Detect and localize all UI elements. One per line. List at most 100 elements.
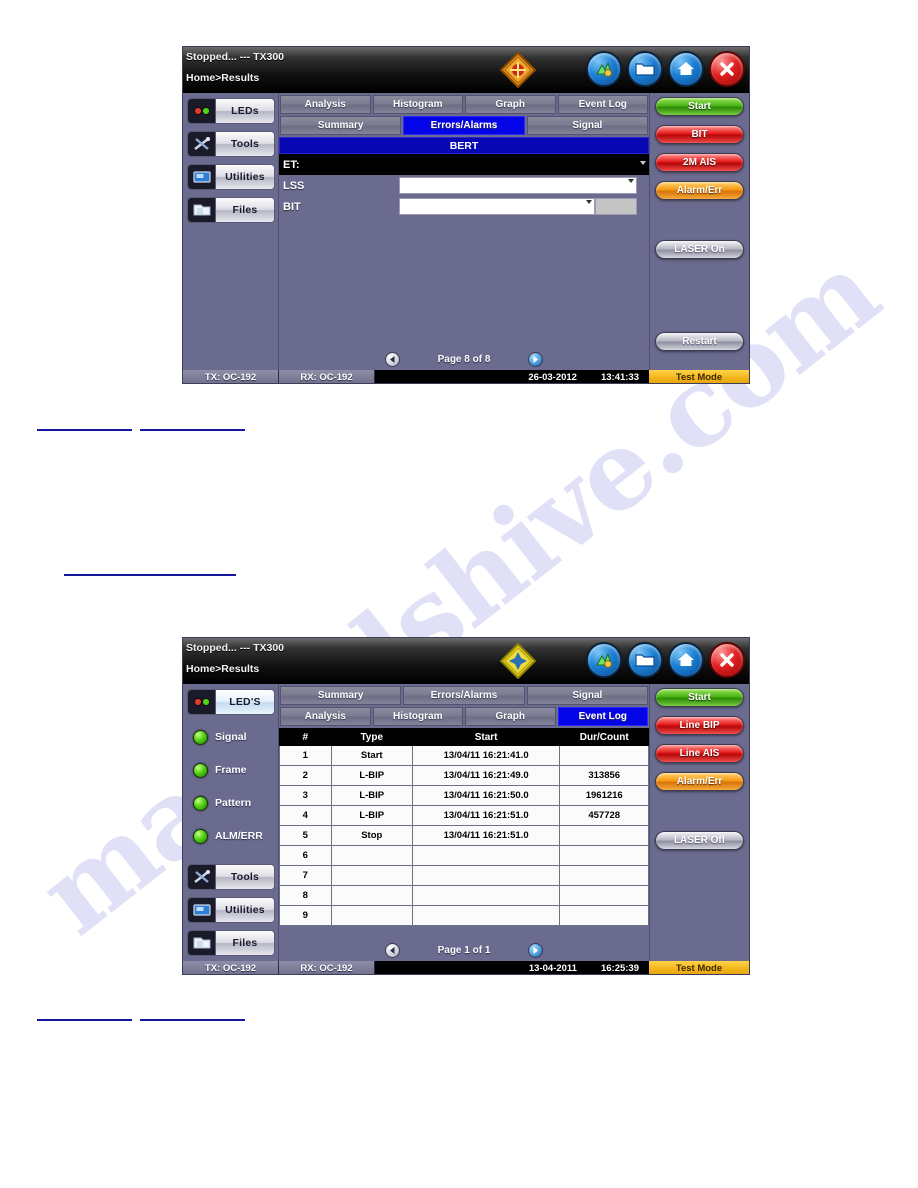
device-status-text: Stopped... --- TX300 <box>186 51 285 63</box>
pager: Page 1 of 1 <box>279 939 649 961</box>
line-ais-button[interactable]: Line AIS <box>655 744 744 763</box>
start-button[interactable]: Start <box>655 97 744 116</box>
folder-icon[interactable] <box>627 51 663 87</box>
tab-summary[interactable]: Summary <box>280 116 402 135</box>
breadcrumb: Home>Results <box>186 72 260 84</box>
start-button[interactable]: Start <box>655 688 744 707</box>
tab-summary[interactable]: Summary <box>280 686 402 705</box>
led-item-almerr: ALM/ERR <box>187 821 275 851</box>
tab-histogram[interactable]: Histogram <box>372 707 463 726</box>
next-page-icon[interactable] <box>528 351 544 367</box>
status-date: 26-03-2012 <box>528 372 577 383</box>
table-row[interactable]: 5 Stop 13/04/11 16:21:51.0 <box>279 825 649 846</box>
alarm-err-button[interactable]: Alarm/Err <box>655 772 744 791</box>
signal-icon[interactable] <box>586 51 622 87</box>
tab-signal[interactable]: Signal <box>526 116 648 135</box>
table-row[interactable]: 1 Start 13/04/11 16:21:41.0 <box>279 745 649 766</box>
doc-link-4[interactable] <box>37 1008 132 1021</box>
right-rail: Start BIT 2M AIS Alarm/Err LASER On Rest… <box>649 93 749 370</box>
table-row[interactable]: 7 <box>279 865 649 886</box>
bit-value-field[interactable] <box>399 198 595 215</box>
table-row[interactable]: 3 L-BIP 13/04/11 16:21:50.0 1961216 <box>279 785 649 806</box>
rail-button-files[interactable]: Files <box>187 930 275 956</box>
form-row-bit: BIT <box>279 196 649 217</box>
tab-event-log[interactable]: Event Log <box>557 95 648 114</box>
cell-start: 13/04/11 16:21:51.0 <box>411 825 561 846</box>
doc-link-1[interactable] <box>37 418 132 431</box>
tab-analysis[interactable]: Analysis <box>280 95 371 114</box>
laser-off-button[interactable]: LASER Off <box>655 831 744 850</box>
rail-button-files[interactable]: Files <box>187 197 275 223</box>
rail-button-utilities[interactable]: Utilities <box>187 897 275 923</box>
col-header-type: Type <box>330 728 413 746</box>
device-body: LED'S Signal Frame Pattern ALM/ERR Tools… <box>183 684 749 961</box>
led-indicator-icon <box>193 795 208 811</box>
status-time: 13:41:33 <box>600 372 639 383</box>
prev-page-icon[interactable] <box>384 942 400 958</box>
cell-num: 6 <box>279 845 332 866</box>
led-indicator-icon <box>193 729 208 745</box>
tab-graph[interactable]: Graph <box>465 95 556 114</box>
cell-start <box>411 845 561 866</box>
table-row[interactable]: 4 L-BIP 13/04/11 16:21:51.0 457728 <box>279 805 649 826</box>
doc-link-5[interactable] <box>140 1008 245 1021</box>
titlebar-icon-group[interactable] <box>586 51 745 87</box>
tab-graph[interactable]: Graph <box>465 707 556 726</box>
table-row[interactable]: 6 <box>279 845 649 866</box>
line-bip-button[interactable]: Line BIP <box>655 716 744 735</box>
tab-analysis[interactable]: Analysis <box>280 707 371 726</box>
status-datetime: 13-04-2011 16:25:39 <box>375 961 649 974</box>
device-statusbar: TX: OC-192 RX: OC-192 13-04-2011 16:25:3… <box>183 961 749 974</box>
cell-num: 3 <box>279 785 332 806</box>
form-label-bit: BIT <box>283 200 301 213</box>
alarm-err-button[interactable]: Alarm/Err <box>655 181 744 200</box>
folder-icon[interactable] <box>627 642 663 678</box>
device-body: LEDs Tools Utilities Files Analysis Hist… <box>183 93 749 370</box>
device-status-text: Stopped... --- TX300 <box>186 642 285 654</box>
form-label-et: ET: <box>283 158 300 171</box>
tab-signal[interactable]: Signal <box>526 686 648 705</box>
home-icon[interactable] <box>668 51 704 87</box>
tab-histogram[interactable]: Histogram <box>372 95 463 114</box>
tab-event-log[interactable]: Event Log <box>557 707 648 726</box>
tab-errors-alarms[interactable]: Errors/Alarms <box>403 686 525 705</box>
next-page-icon[interactable] <box>528 942 544 958</box>
chevron-down-icon[interactable] <box>640 161 646 165</box>
cell-dur: 1961216 <box>559 785 649 806</box>
laser-on-button[interactable]: LASER On <box>655 240 744 259</box>
cell-type: L-BIP <box>330 765 413 786</box>
table-row[interactable]: 9 <box>279 905 649 926</box>
rail-button-utilities[interactable]: Utilities <box>187 164 275 190</box>
close-icon[interactable] <box>709 51 745 87</box>
bert-form: ET: LSS BIT <box>279 154 649 217</box>
doc-link-3[interactable] <box>64 563 236 576</box>
cell-dur <box>559 845 649 866</box>
titlebar-icon-group[interactable] <box>586 642 745 678</box>
cell-dur <box>559 865 649 886</box>
bit-secondary-field[interactable] <box>595 198 637 215</box>
table-row[interactable]: 2 L-BIP 13/04/11 16:21:49.0 313856 <box>279 765 649 786</box>
bit-button[interactable]: BIT <box>655 125 744 144</box>
close-icon[interactable] <box>709 642 745 678</box>
2m-ais-button[interactable]: 2M AIS <box>655 153 744 172</box>
status-mode-badge: Test Mode <box>649 370 749 383</box>
led-label: ALM/ERR <box>215 830 263 842</box>
rail-button-leds[interactable]: LED'S <box>187 689 275 715</box>
status-time: 16:25:39 <box>600 963 639 974</box>
event-log-table: # Type Start Dur/Count 1 Start 13/04/11 … <box>279 728 649 926</box>
home-icon[interactable] <box>668 642 704 678</box>
prev-page-icon[interactable] <box>384 351 400 367</box>
tab-errors-alarms[interactable]: Errors/Alarms <box>403 116 525 135</box>
cell-start: 13/04/11 16:21:51.0 <box>411 805 561 826</box>
rail-button-tools[interactable]: Tools <box>187 131 275 157</box>
doc-link-2[interactable] <box>140 418 245 431</box>
breadcrumb: Home>Results <box>186 663 260 675</box>
signal-icon[interactable] <box>586 642 622 678</box>
lss-value-field[interactable] <box>399 177 637 194</box>
cell-type <box>330 845 413 866</box>
rail-button-leds[interactable]: LEDs <box>187 98 275 124</box>
table-row[interactable]: 8 <box>279 885 649 906</box>
rail-button-tools[interactable]: Tools <box>187 864 275 890</box>
restart-button[interactable]: Restart <box>655 332 744 351</box>
tab-row-2: Summary Errors/Alarms Signal <box>279 114 649 135</box>
